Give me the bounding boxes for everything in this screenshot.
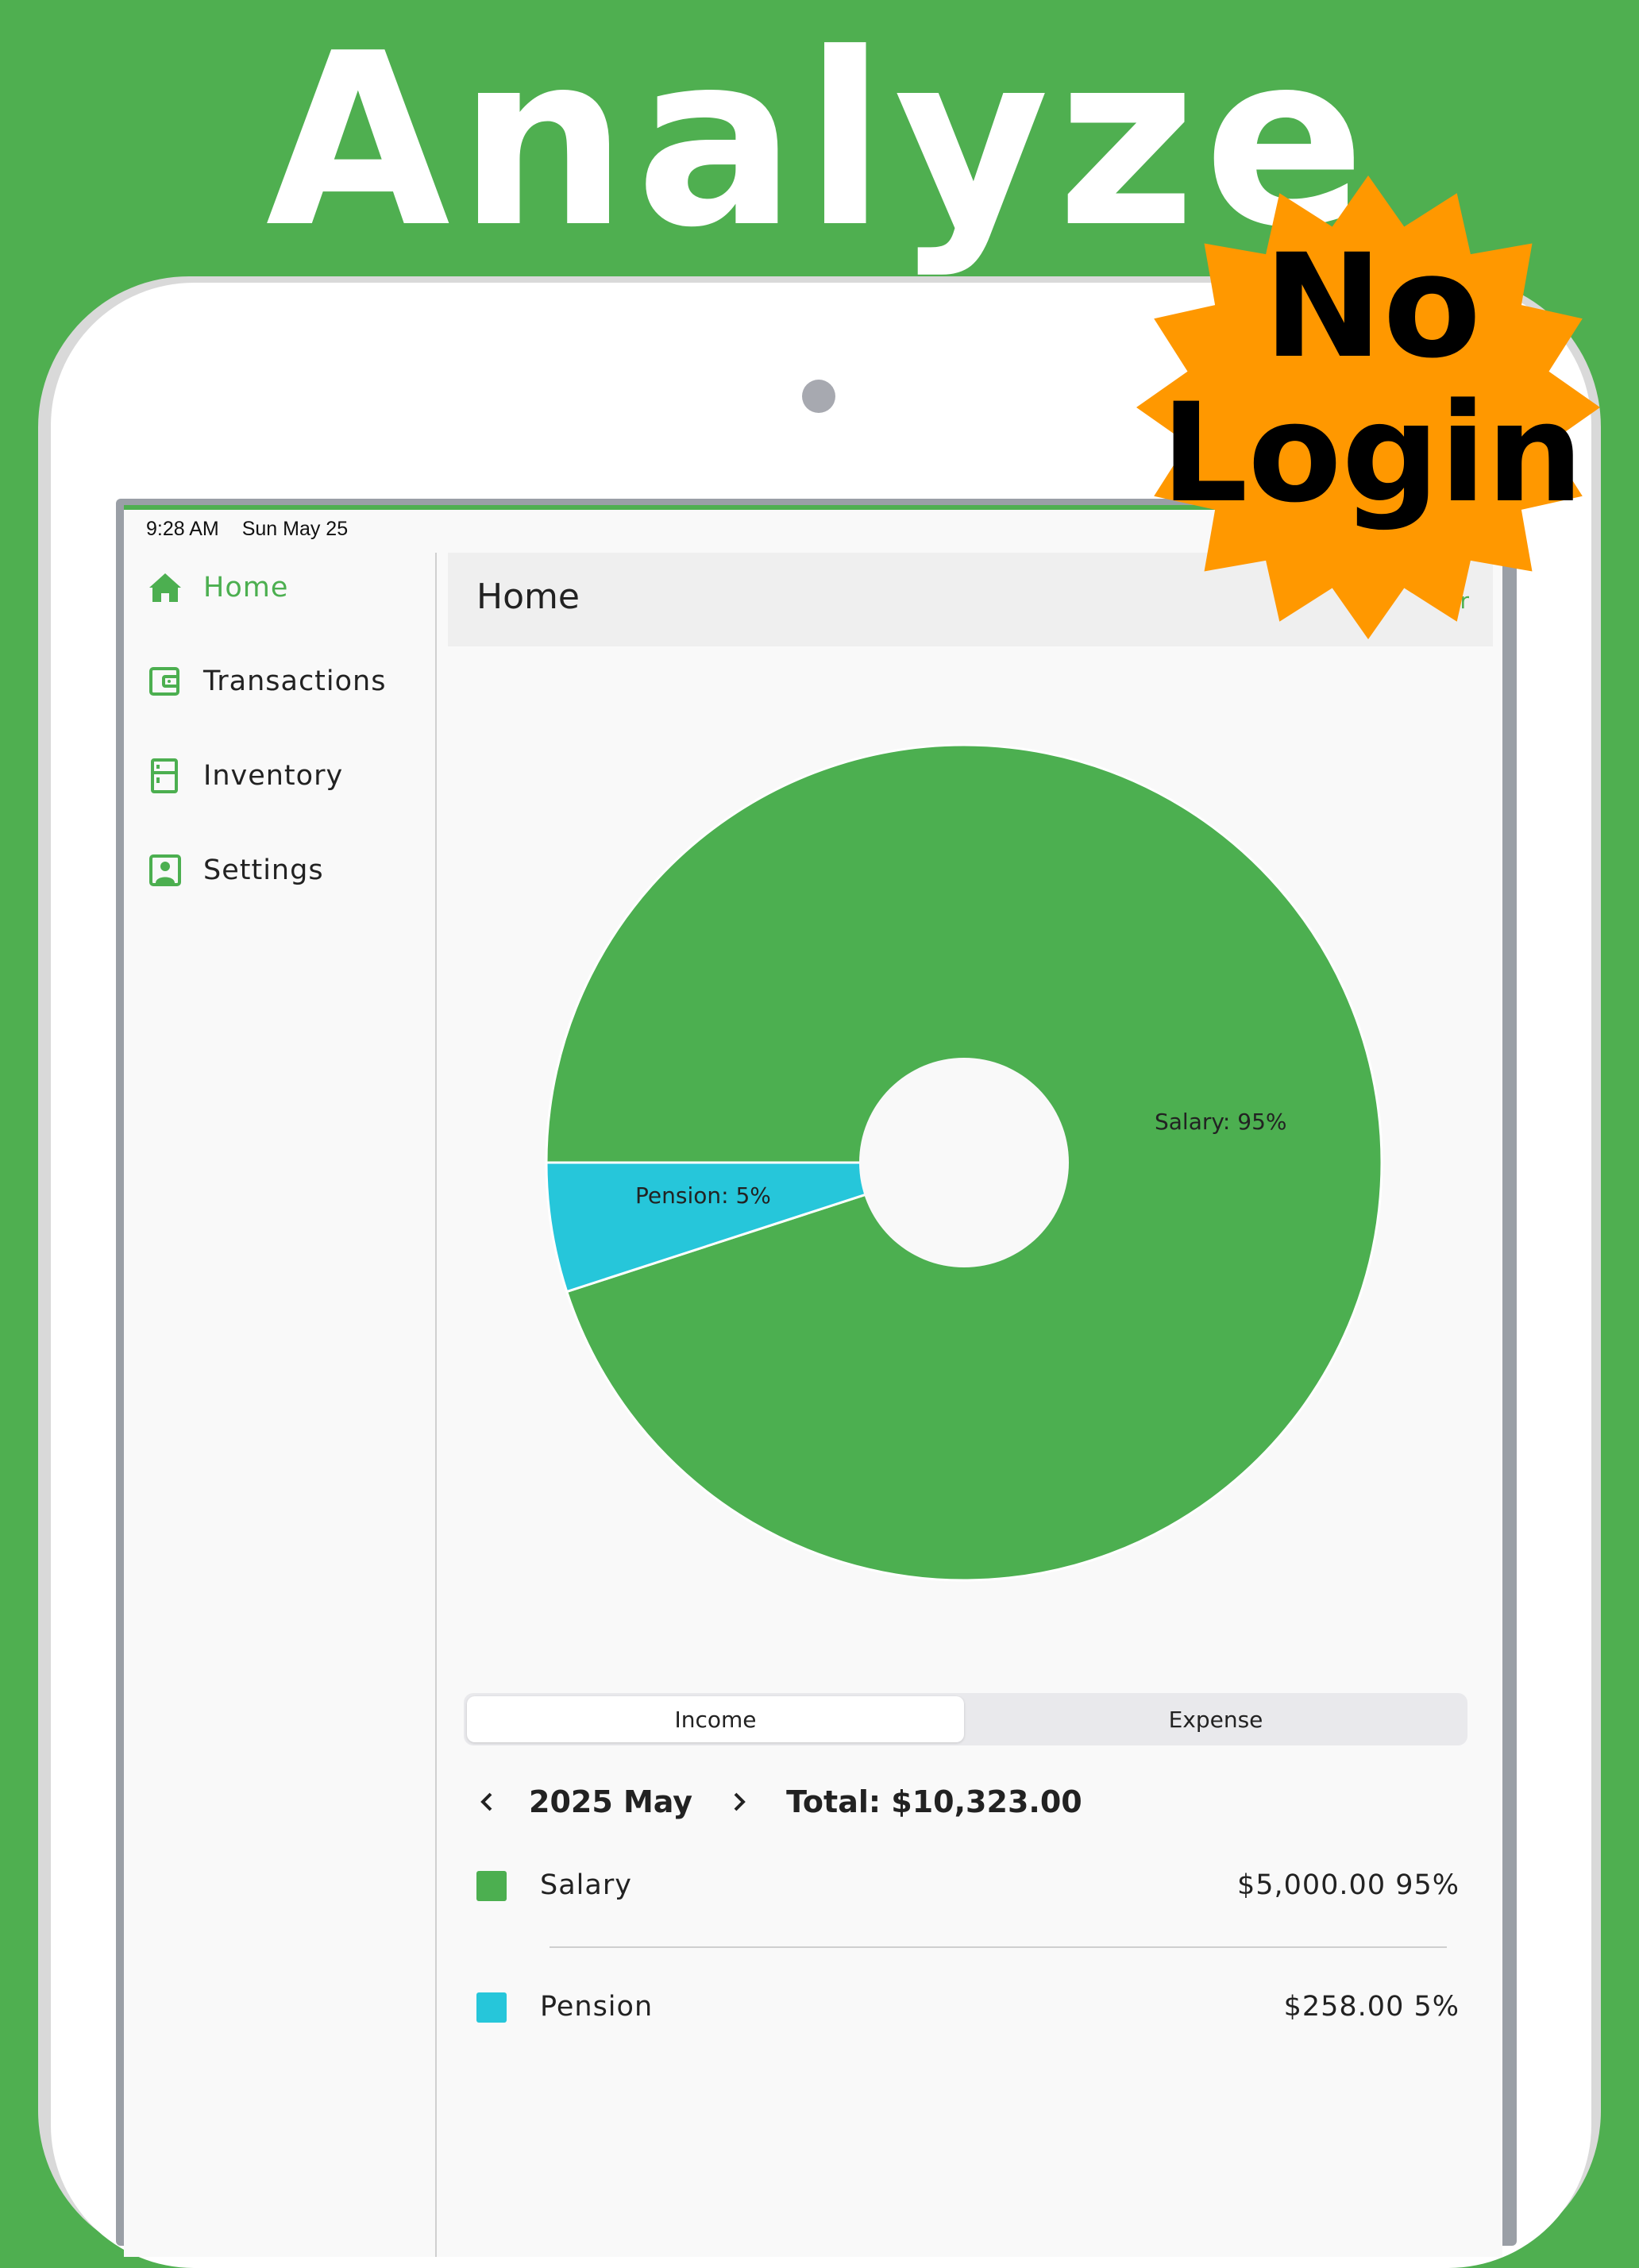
list-item-amount: $258.00 5% (1283, 1991, 1460, 2023)
chevron-right-icon[interactable] (724, 1788, 753, 1816)
badge-line-1: No (1263, 224, 1481, 390)
badge-line-2: Login (1161, 373, 1583, 533)
list-item[interactable]: Salary $5,000.00 95% (476, 1863, 1461, 1911)
list-divider (550, 1946, 1447, 1948)
period-navigation: 2025 May Total: $10,323.00 (473, 1774, 1082, 1830)
list-item-name: Salary (540, 1869, 632, 1901)
income-expense-toggle: Income Expense (464, 1693, 1467, 1745)
period-month: 2025 May (529, 1784, 693, 1819)
pie-chart: Salary: 95% Pension: 5% (545, 743, 1383, 1582)
color-swatch (476, 1871, 507, 1901)
slice-label-salary: Salary: 95% (1155, 1109, 1286, 1135)
income-tab[interactable]: Income (467, 1696, 964, 1742)
expense-tab[interactable]: Expense (967, 1696, 1464, 1742)
list-item-name: Pension (540, 1991, 654, 2023)
period-total: Total: $10,323.00 (786, 1784, 1082, 1819)
camera-icon (802, 380, 835, 413)
list-item-amount: $5,000.00 95% (1236, 1869, 1460, 1901)
slice-label-pension: Pension: 5% (635, 1182, 771, 1209)
donut-hole (859, 1058, 1069, 1267)
no-login-badge: No Login (1136, 176, 1600, 639)
app-screen: 9:28 AM Sun May 25 Home Transactions Inv… (124, 510, 1502, 2257)
list-item[interactable]: Pension $258.00 5% (476, 1984, 1461, 2032)
chevron-left-icon[interactable] (473, 1788, 502, 1816)
color-swatch (476, 1992, 507, 2023)
